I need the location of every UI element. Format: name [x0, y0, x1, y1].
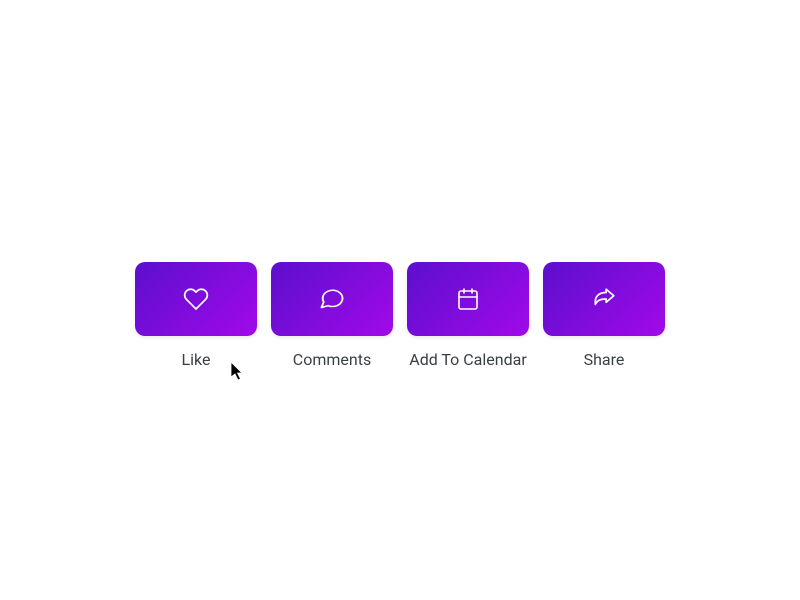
calendar-icon: [454, 285, 482, 313]
add-to-calendar-group: Add To Calendar: [407, 262, 529, 369]
action-button-row: Like Comments Add To Calendar: [135, 262, 665, 369]
comments-group: Comments: [271, 262, 393, 369]
heart-icon: [182, 285, 210, 313]
add-to-calendar-label: Add To Calendar: [409, 350, 526, 369]
comments-label: Comments: [293, 350, 371, 369]
share-label: Share: [584, 350, 625, 369]
like-group: Like: [135, 262, 257, 369]
like-label: Like: [182, 350, 211, 369]
add-to-calendar-button[interactable]: [407, 262, 529, 336]
comments-button[interactable]: [271, 262, 393, 336]
share-button[interactable]: [543, 262, 665, 336]
like-button[interactable]: [135, 262, 257, 336]
share-icon: [590, 285, 618, 313]
share-group: Share: [543, 262, 665, 369]
comment-icon: [318, 285, 346, 313]
